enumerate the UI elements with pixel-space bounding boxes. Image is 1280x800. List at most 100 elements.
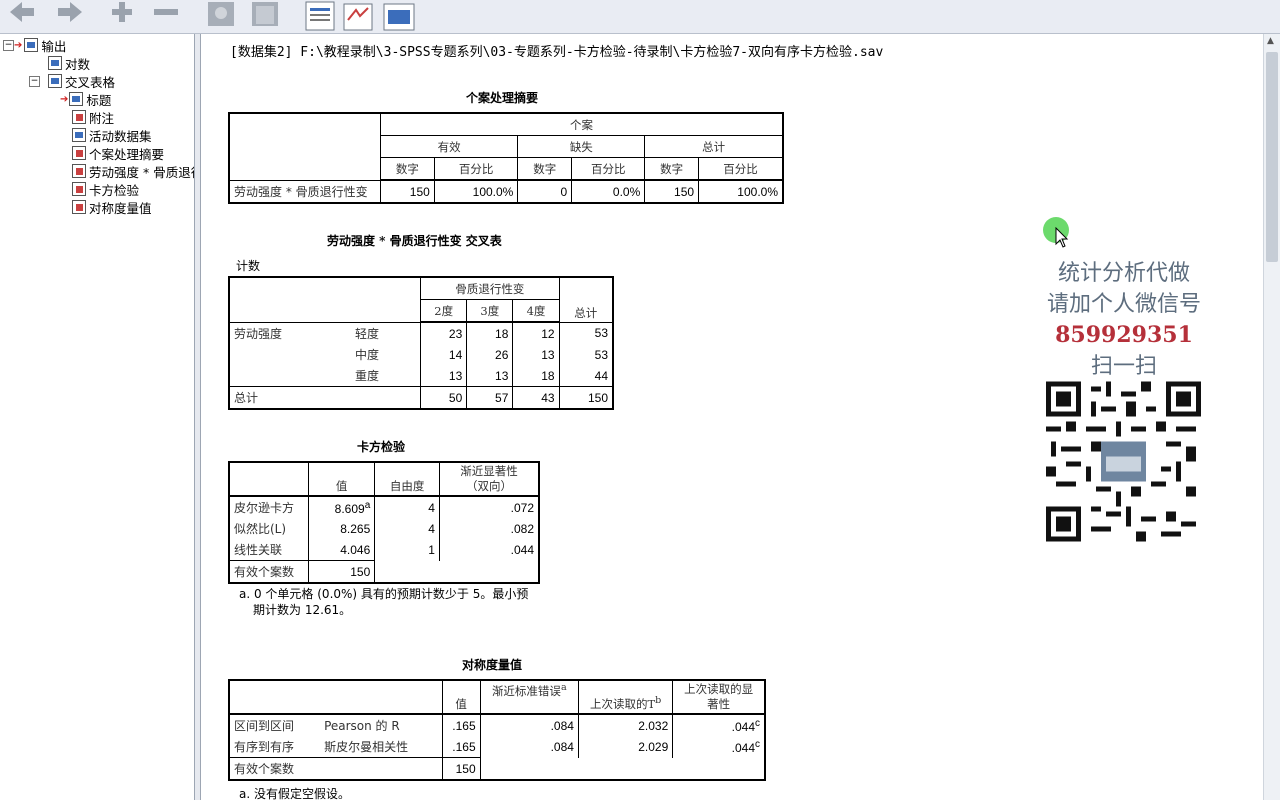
case-summary-table[interactable]: 个案 有效 缺失 总计 数字 百分比 数字 百分比 数字 百分比 劳动强度 * … (228, 112, 784, 204)
h-case: 个案 (380, 112, 784, 136)
cell: 12 (512, 322, 560, 344)
cell-value: .044 (731, 740, 755, 755)
h-df: 自由度 (374, 461, 440, 497)
cell: 100.0% (698, 179, 784, 204)
h-col: 4度 (512, 299, 560, 323)
h-total: 总计 (644, 135, 784, 158)
cell: .044c (672, 736, 766, 758)
corner-cell (228, 112, 381, 181)
mouse-pointer-icon (1055, 227, 1069, 248)
row-label: 似然比(L) (228, 518, 309, 539)
total-row-label: 总计 (228, 386, 422, 410)
h-col-var: 骨质退行性变 (420, 276, 560, 300)
back-forward-arrows-icon[interactable] (6, 0, 86, 28)
tree-item-chisq[interactable]: 卡方检验 (72, 180, 139, 198)
watermark-overlay: 统计分析代做 请加个人微信号 859929351 扫一扫 (984, 258, 1264, 382)
tree-item-crosstab[interactable]: 劳动强度 * 骨质退行 (72, 162, 195, 180)
table-icon (72, 146, 86, 160)
tree-item-output[interactable]: ➔ 输出 (14, 36, 66, 54)
row-var-blank (228, 344, 351, 365)
tree-label-crosstab: 劳动强度 * 骨质退行 (89, 164, 195, 180)
footnote-marker: b (655, 695, 662, 707)
collapse-crosstabs-icon[interactable]: − (29, 76, 40, 87)
cell: 150 (558, 386, 614, 410)
tree-label-active-dataset: 活动数据集 (89, 128, 152, 144)
collapse-root-icon[interactable]: − (3, 40, 14, 51)
h-pct: 百分比 (698, 157, 784, 181)
vertical-scrollbar[interactable]: ▲ (1263, 34, 1280, 800)
cell-value: .044 (731, 719, 755, 734)
case-summary-title: 个案处理摘要 (466, 91, 539, 105)
cell: .082 (438, 518, 540, 539)
h-missing: 缺失 (517, 135, 646, 158)
tree-label-log: 对数 (65, 56, 91, 72)
h-ase-label: 渐近标准错误 (491, 683, 561, 698)
tree-item-notes[interactable]: 附注 (72, 108, 114, 126)
cell: .165 (441, 736, 481, 758)
h-col: 2度 (420, 299, 468, 323)
tree-item-active-dataset[interactable]: 活动数据集 (72, 126, 152, 144)
current-arrow-icon: ➔ (14, 39, 23, 51)
h-col: 3度 (466, 299, 514, 323)
cell: 18 (466, 322, 514, 344)
qr-code-image (1046, 381, 1201, 542)
h-sig-line2: 著性 (707, 697, 731, 711)
dataset-icon (72, 128, 86, 142)
cell: 4 (374, 496, 440, 518)
cell: 26 (466, 344, 514, 365)
footnote-marker: a (364, 499, 371, 511)
cell: 13 (466, 365, 514, 387)
cell: 23 (420, 322, 468, 344)
export-icons[interactable] (304, 0, 420, 33)
current-arrow-icon: ➔ (60, 93, 69, 105)
crosstab-table[interactable]: 骨质退行性变 总计 2度 3度 4度 劳动强度 轻度 23 18 12 53 中… (228, 276, 614, 410)
cell: 13 (512, 344, 560, 365)
tree-item-title[interactable]: ➔ 标题 (60, 90, 111, 108)
chisq-footnote-line2: 期计数为 12.61。 (253, 603, 352, 617)
cell: 1 (374, 539, 440, 561)
crosstab-subtitle: 计数 (236, 259, 261, 273)
cell: 0.0% (571, 179, 646, 204)
log-icon (48, 56, 62, 70)
h-n: 数字 (380, 157, 435, 181)
group-label: 区间到区间 (228, 714, 321, 736)
tree-label-notes: 附注 (89, 110, 115, 126)
h-pct: 百分比 (433, 157, 519, 181)
h-pct: 百分比 (571, 157, 646, 181)
h-ase: 渐近标准错误a (479, 679, 579, 715)
h-total: 总计 (558, 276, 614, 323)
cell: 50 (420, 386, 468, 410)
tree-label-chisq: 卡方检验 (89, 182, 140, 198)
row-label: 劳动强度 * 骨质退行性变 (228, 179, 381, 204)
cell (439, 561, 539, 584)
h-t-label: 上次读取的T (589, 697, 656, 711)
tree-label-crosstabs: 交叉表格 (65, 74, 116, 90)
book-icon (24, 38, 39, 52)
tree-item-case-summary[interactable]: 个案处理摘要 (72, 144, 164, 162)
cell: .072 (438, 496, 540, 518)
symm-title: 对称度量值 (462, 658, 523, 672)
scroll-up-icon[interactable]: ▲ (1267, 36, 1274, 46)
cell: 43 (512, 386, 560, 410)
cell: 18 (512, 365, 560, 387)
tree-label-case-summary: 个案处理摘要 (89, 146, 165, 162)
chisq-title: 卡方检验 (357, 440, 406, 454)
measure-label: 斯皮尔曼相关性 (320, 736, 443, 758)
symm-table[interactable]: 值 渐近标准错误a 上次读取的Tb 上次读取的显 著性 区间到区间 Pearso… (228, 679, 766, 781)
show-hide-icon[interactable] (204, 0, 284, 28)
cell: 150 (441, 757, 481, 781)
tree-item-symmetric[interactable]: 对称度量值 (72, 198, 152, 216)
toolbar (0, 0, 1280, 34)
chisq-table[interactable]: 值 自由度 渐近显著性 （双向） 皮尔逊卡方 8.609a 4 .072 似然比… (228, 461, 540, 584)
footnote-marker: c (755, 717, 760, 729)
scrollbar-thumb[interactable] (1266, 52, 1278, 262)
cell: .044c (672, 714, 766, 736)
tree-item-log[interactable]: 对数 (48, 54, 90, 72)
expand-collapse-icon[interactable] (108, 0, 182, 28)
cell: .084 (479, 714, 579, 736)
cell: .044 (438, 539, 540, 561)
h-sig: 上次读取的显 著性 (672, 679, 766, 715)
cell: 8.609a (307, 496, 376, 518)
watermark-number: 859929351 (1055, 322, 1193, 348)
tree-item-crosstabs[interactable]: 交叉表格 (48, 72, 115, 90)
